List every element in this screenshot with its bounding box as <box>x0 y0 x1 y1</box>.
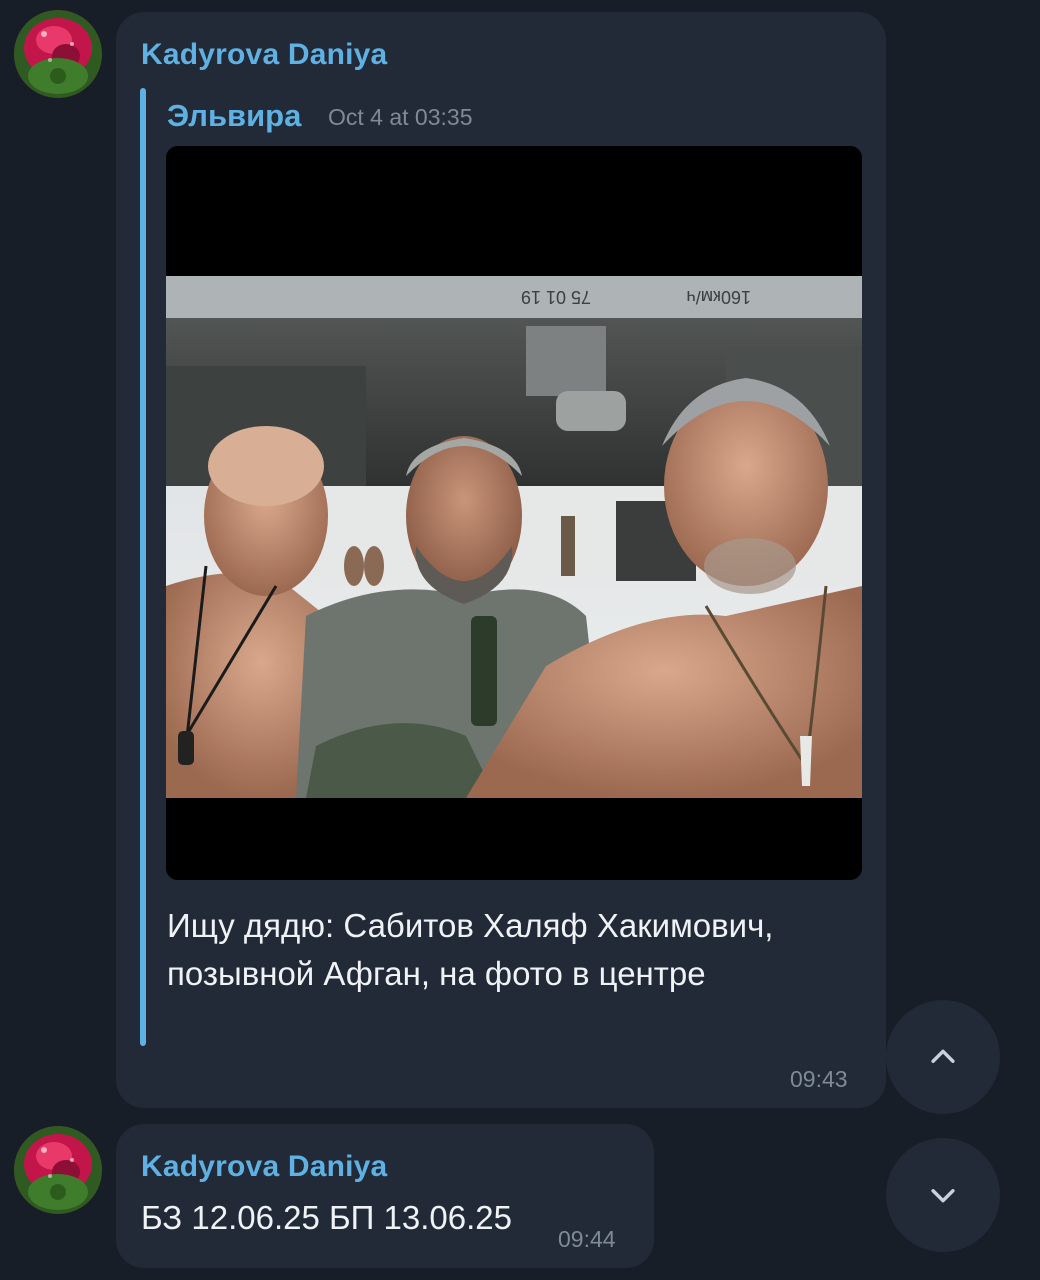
rose-avatar-image <box>14 10 102 98</box>
sender-avatar[interactable] <box>14 10 102 98</box>
message-bubble[interactable]: Kadyrova Daniya БЗ 12.06.25 БП 13.06.25 … <box>116 1124 654 1268</box>
message-timestamp: 09:43 <box>790 1066 848 1092</box>
photo-speed-marking: 160км/ч <box>686 287 751 307</box>
scroll-down-button[interactable] <box>886 1138 1000 1252</box>
reply-timestamp: Oct 4 at 03:35 <box>328 104 473 130</box>
message-timestamp: 09:44 <box>558 1226 616 1252</box>
message-text: БЗ 12.06.25 БП 13.06.25 <box>141 1199 513 1236</box>
reply-sender-name[interactable]: Эльвира <box>167 98 301 134</box>
sender-name[interactable]: Kadyrova Daniya <box>141 38 387 72</box>
chevron-up-icon <box>931 1049 955 1063</box>
reply-quote-bar <box>140 88 146 1046</box>
reply-photo[interactable]: 75 01 19 160км/ч <box>166 146 862 880</box>
selfie-photo-image: 75 01 19 160км/ч <box>166 146 862 880</box>
message-bubble[interactable]: Kadyrova Daniya Эльвира Oct 4 at 03:35 7… <box>116 12 886 1108</box>
sender-name[interactable]: Kadyrova Daniya <box>141 1150 387 1184</box>
sender-avatar[interactable] <box>14 1126 102 1214</box>
reply-caption: Ищу дядю: Сабитов Халяф Хакимович, позыв… <box>167 907 774 992</box>
rose-avatar-image <box>14 1126 102 1214</box>
scroll-up-button[interactable] <box>886 1000 1000 1114</box>
photo-wagon-number: 75 01 19 <box>521 287 591 307</box>
chevron-down-icon <box>931 1189 955 1203</box>
